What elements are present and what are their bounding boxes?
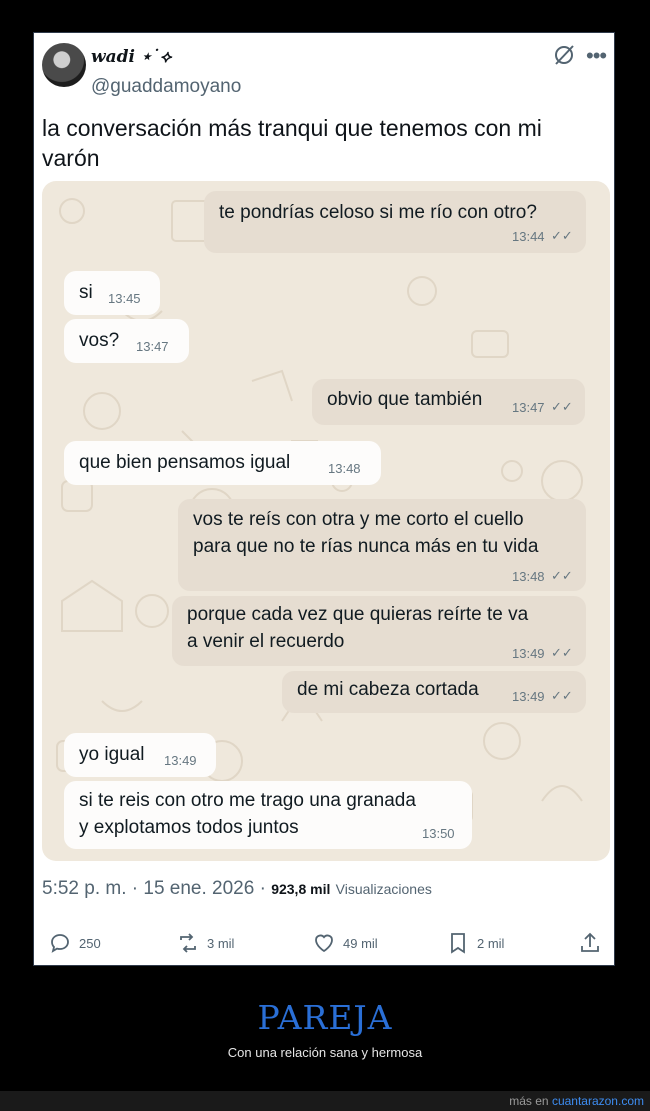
message-bubble-outgoing[interactable]: obvio que también 13:47 ✓✓ (312, 379, 585, 425)
reply-button[interactable]: 250 (48, 928, 101, 958)
message-time: 13:47 (512, 400, 545, 415)
message-text: a venir el recuerdo (187, 631, 345, 652)
post-category-title: PAREJA (257, 998, 393, 1037)
reply-icon (51, 934, 69, 953)
display-name[interactable]: wadi ⋆˙⟡ (91, 47, 171, 67)
double-check-icon: ✓✓ (551, 688, 573, 703)
message-text: porque cada vez que quieras reírte te va (187, 604, 529, 625)
message-bubble-outgoing[interactable]: porque cada vez que quieras reírte te va… (172, 596, 586, 666)
footer-link[interactable]: cuantarazon.com (552, 1094, 644, 1108)
tweet-text: la conversación más tranqui que tenemos … (42, 115, 542, 171)
double-check-icon: ✓✓ (551, 228, 573, 243)
message-text: y explotamos todos juntos (79, 817, 299, 838)
message-time: 13:49 (512, 689, 545, 704)
message-time: 13:44 (512, 229, 545, 244)
like-button[interactable]: 49 mil (312, 928, 378, 958)
views-label: Visualizaciones (335, 881, 432, 897)
message-text: vos? (79, 330, 120, 351)
message-bubble-outgoing[interactable]: de mi cabeza cortada 13:49 ✓✓ (282, 671, 586, 713)
footer-text: más en cuantarazon.com (509, 1094, 644, 1108)
post-subtitle: Con una relación sana y hermosa (227, 1045, 423, 1060)
tweet-meta: 5:52 p. m. · 15 ene. 2026 · 923,8 mil Vi… (42, 878, 432, 900)
footer-prefix: más en (509, 1094, 549, 1108)
message-time: 13:49 (164, 753, 197, 768)
message-bubble-incoming[interactable]: que bien pensamos igual 13:48 (64, 441, 381, 485)
message-time: 13:50 (422, 826, 455, 841)
action-bar: 250 3 mil 49 mil 2 mil (34, 928, 616, 958)
avatar[interactable] (42, 43, 86, 87)
message-text: si te reis con otro me trago una granada (79, 790, 416, 811)
like-icon (315, 934, 333, 953)
message-text: yo igual (79, 744, 145, 765)
message-bubble-outgoing[interactable]: vos te reís con otra y me corto el cuell… (178, 499, 586, 591)
message-text: obvio que también (327, 389, 483, 410)
message-bubble-outgoing[interactable]: te pondrías celoso si me río con otro? 1… (204, 191, 586, 253)
message-text: si (79, 282, 93, 303)
double-check-icon: ✓✓ (551, 568, 573, 583)
message-time: 13:48 (328, 461, 361, 476)
footer-bar: más en cuantarazon.com (0, 1091, 650, 1111)
message-time: 13:49 (512, 646, 545, 661)
message-text: vos te reís con otra y me corto el cuell… (193, 509, 524, 530)
message-bubble-incoming[interactable]: yo igual 13:49 (64, 733, 216, 777)
more-icon[interactable]: ••• (586, 43, 607, 69)
double-check-icon: ✓✓ (551, 399, 573, 414)
double-check-icon: ✓✓ (551, 645, 573, 660)
handle[interactable]: @guaddamoyano (91, 76, 241, 98)
like-count: 49 mil (343, 935, 378, 951)
share-button[interactable] (578, 928, 602, 958)
retweet-button[interactable]: 3 mil (176, 928, 234, 958)
chat-screenshot: te pondrías celoso si me río con otro? 1… (42, 181, 610, 861)
message-time: 13:47 (136, 339, 169, 354)
message-text: para que no te rías nunca más en tu vida (193, 536, 539, 557)
message-bubble-incoming[interactable]: vos? 13:47 (64, 319, 189, 363)
message-bubble-incoming[interactable]: si 13:45 (64, 271, 160, 315)
retweet-count: 3 mil (207, 935, 235, 951)
reply-count: 250 (79, 935, 101, 951)
tweet-timestamp[interactable]: 5:52 p. m. · 15 ene. 2026 · (42, 878, 266, 899)
message-bubble-incoming[interactable]: si te reis con otro me trago una granada… (64, 781, 472, 849)
bookmark-icon (451, 933, 465, 954)
retweet-icon (180, 933, 196, 953)
share-icon (581, 932, 599, 952)
tweet-card: wadi ⋆˙⟡ @guaddamoyano ••• la conversaci… (33, 32, 615, 966)
view-count: 923,8 mil (271, 881, 331, 897)
message-text: de mi cabeza cortada (297, 679, 479, 700)
grok-icon[interactable] (552, 43, 576, 67)
message-time: 13:45 (108, 291, 141, 306)
bookmark-button[interactable]: 2 mil (446, 928, 504, 958)
message-text: que bien pensamos igual (79, 452, 291, 473)
bookmark-count: 2 mil (477, 935, 505, 951)
message-text: te pondrías celoso si me río con otro? (219, 202, 537, 223)
message-time: 13:48 (512, 569, 545, 584)
